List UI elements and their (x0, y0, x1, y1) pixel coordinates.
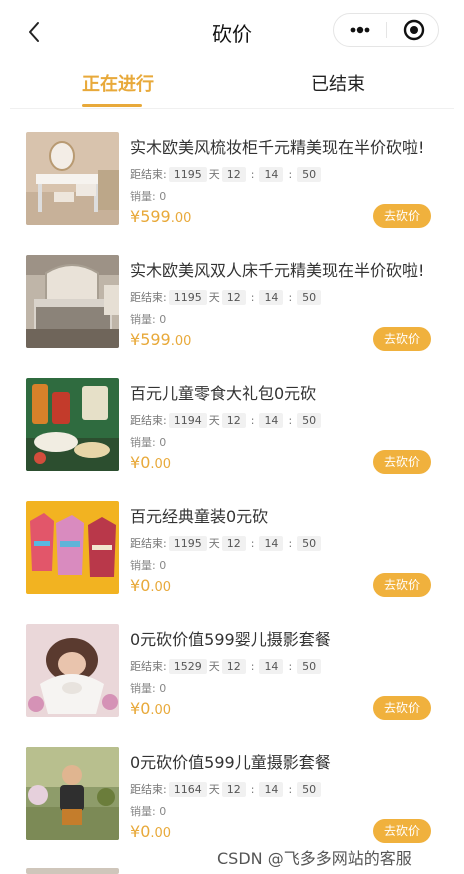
sales-count: 销量: 0 (130, 559, 167, 572)
product-image-snacks (26, 378, 119, 471)
countdown-minutes: 14 (259, 166, 284, 182)
divider (10, 108, 454, 109)
nav-bar: 砍价 (0, 0, 464, 62)
more-dots-icon (350, 26, 370, 34)
bargain-button[interactable]: 去砍价 (373, 573, 431, 597)
item-title: 百元经典童装0元砍 (130, 507, 269, 526)
product-image-bed (26, 255, 119, 348)
tab-ongoing[interactable]: 正在进行 (48, 70, 188, 96)
price: ¥0.00 (130, 822, 172, 841)
item-title: 实木欧美风梳妆柜千元精美现在半价砍啦! (130, 138, 425, 157)
sales-count: 销量: 0 (130, 805, 167, 818)
list-item[interactable]: 0元砍价值599儿童摄影套餐 距结束: 1164 天 12: 14: 50 销量… (0, 733, 464, 856)
countdown-minutes: 14 (259, 535, 284, 551)
countdown-seconds: 50 (297, 781, 322, 797)
list-item[interactable]: 实木欧美风双人床千元精美现在半价砍啦! 距结束: 1195 天 12: 14: … (0, 241, 464, 364)
item-title: 实木欧美风双人床千元精美现在半价砍啦! (130, 261, 425, 280)
countdown-hours: 12 (221, 289, 246, 305)
watermark: CSDN @飞多多网站的客服 (217, 849, 412, 868)
countdown-days: 1195 (168, 289, 207, 305)
price: ¥0.00 (130, 576, 172, 595)
product-image-kids-clothes (26, 501, 119, 594)
bargain-button[interactable]: 去砍价 (373, 696, 431, 720)
countdown: 距结束: 1195 天 12: 14: 50 (130, 166, 323, 182)
countdown-minutes: 14 (259, 289, 284, 305)
tab-ended[interactable]: 已结束 (268, 70, 408, 96)
product-image-baby-photo (26, 624, 119, 717)
day-unit: 天 (208, 168, 220, 181)
countdown-hours: 12 (221, 412, 246, 428)
countdown: 距结束: 1194 天 12: 14: 50 (130, 412, 323, 428)
bargain-button[interactable]: 去砍价 (373, 204, 431, 228)
product-image-dresser (26, 132, 119, 225)
countdown-days: 1164 (168, 781, 207, 797)
tab-bar: 正在进行 已结束 (0, 62, 464, 110)
countdown-hours: 12 (221, 535, 246, 551)
countdown-hours: 12 (221, 658, 246, 674)
sales-count: 销量: 0 (130, 190, 167, 203)
countdown-seconds: 50 (297, 412, 322, 428)
close-circle-icon (403, 19, 425, 41)
countdown-days: 1195 (168, 535, 207, 551)
bargain-button[interactable]: 去砍价 (373, 819, 431, 843)
countdown: 距结束: 1529 天 12: 14: 50 (130, 658, 323, 674)
list-item[interactable]: 百元儿童零食大礼包0元砍 距结束: 1194 天 12: 14: 50 销量: … (0, 364, 464, 487)
price: ¥0.00 (130, 453, 172, 472)
countdown-minutes: 14 (259, 658, 284, 674)
countdown-minutes: 14 (259, 412, 284, 428)
countdown: 距结束: 1195 天 12: 14: 50 (130, 535, 323, 551)
countdown-days: 1195 (168, 166, 207, 182)
item-title: 百元儿童零食大礼包0元砍 (130, 384, 317, 403)
sales-count: 销量: 0 (130, 313, 167, 326)
product-image-child-photo (26, 747, 119, 840)
countdown-label: 距结束: (130, 168, 167, 181)
price: ¥599.00 (130, 207, 192, 226)
countdown-hours: 12 (221, 781, 246, 797)
countdown-seconds: 50 (297, 166, 322, 182)
countdown-minutes: 14 (259, 781, 284, 797)
item-title: 0元砍价值599儿童摄影套餐 (130, 753, 331, 772)
countdown-hours: 12 (221, 166, 246, 182)
sales-count: 销量: 0 (130, 436, 167, 449)
price: ¥599.00 (130, 330, 192, 349)
item-title: 0元砍价值599婴儿摄影套餐 (130, 630, 331, 649)
list-item[interactable]: 百元经典童装0元砍 距结束: 1195 天 12: 14: 50 销量: 0 ¥… (0, 487, 464, 610)
countdown-seconds: 50 (297, 658, 322, 674)
price: ¥0.00 (130, 699, 172, 718)
countdown-days: 1529 (168, 658, 207, 674)
sales-count: 销量: 0 (130, 682, 167, 695)
bargain-button[interactable]: 去砍价 (373, 450, 431, 474)
active-tab-indicator (82, 104, 142, 107)
bargain-button[interactable]: 去砍价 (373, 327, 431, 351)
product-image-partial (26, 868, 119, 874)
countdown: 距结束: 1195 天 12: 14: 50 (130, 289, 323, 305)
countdown: 距结束: 1164 天 12: 14: 50 (130, 781, 323, 797)
list-item[interactable]: 实木欧美风梳妆柜千元精美现在半价砍啦! 距结束: 1195 天 12: 14: … (0, 118, 464, 241)
close-button[interactable] (387, 14, 439, 46)
more-button[interactable] (334, 14, 386, 46)
mini-program-capsule (333, 13, 439, 47)
countdown-days: 1194 (168, 412, 207, 428)
list-item[interactable]: 0元砍价值599婴儿摄影套餐 距结束: 1529 天 12: 14: 50 销量… (0, 610, 464, 733)
countdown-seconds: 50 (297, 535, 322, 551)
countdown-seconds: 50 (297, 289, 322, 305)
